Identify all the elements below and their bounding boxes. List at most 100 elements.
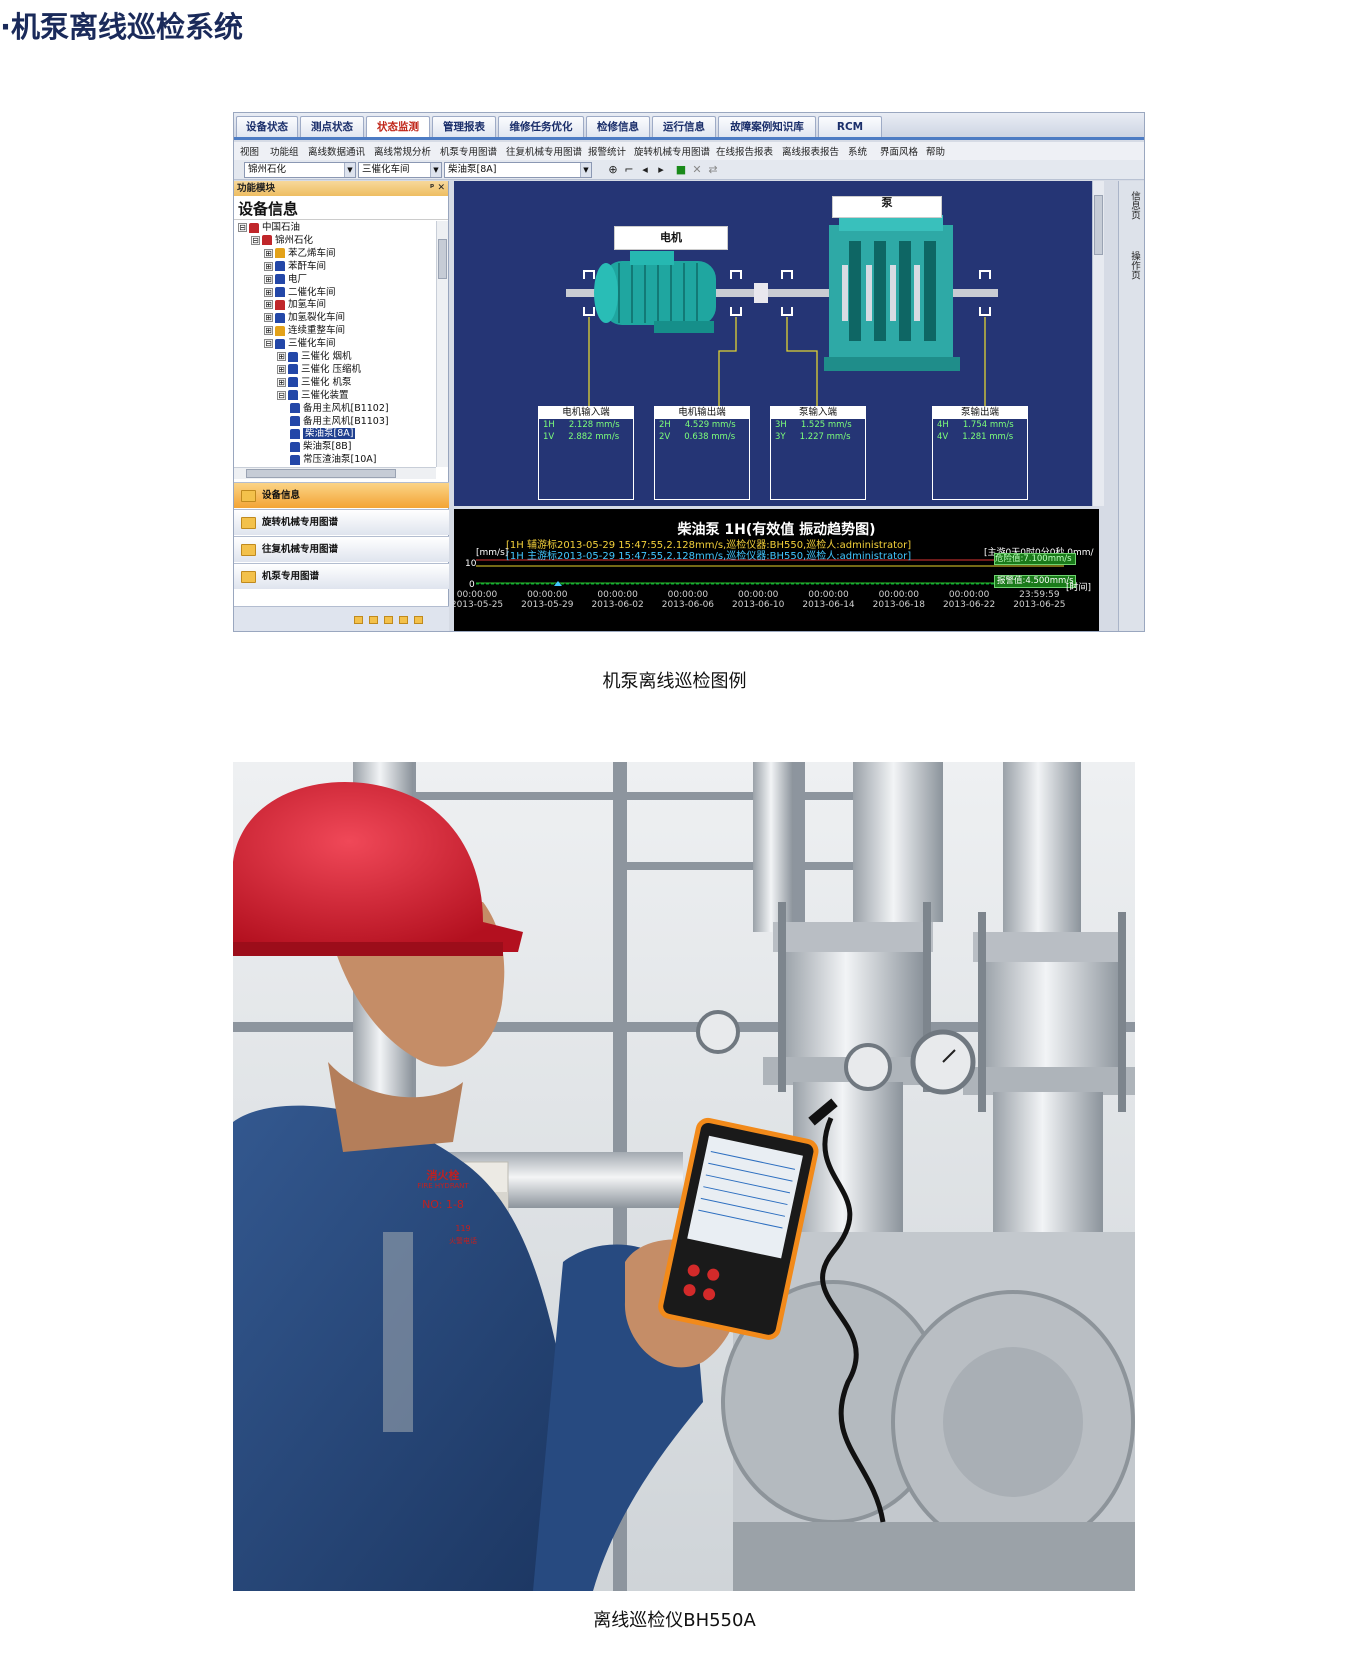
- tab-condition-monitoring[interactable]: 状态监测: [366, 116, 430, 138]
- tab-info-page[interactable]: 信息页: [1127, 191, 1141, 220]
- expand-icon[interactable]: ⊞: [264, 287, 273, 297]
- folder-icon[interactable]: [369, 616, 378, 624]
- tree-node[interactable]: ⊟ 三催化车间: [264, 337, 336, 350]
- motor-input-box[interactable]: 电机输入端 1H 2.128 mm/s 1V 2.882 mm/s: [538, 406, 634, 500]
- menu-rotating-charts[interactable]: 旋转机械专用图谱: [634, 144, 710, 158]
- tree-node[interactable]: ⊟ 中国石油: [238, 221, 300, 234]
- tree-node[interactable]: 备用主风机[B1102]: [290, 402, 389, 415]
- expand-icon[interactable]: ⊞: [264, 313, 273, 323]
- x-tick-label: 23:59:59 2013-06-25: [1013, 590, 1066, 610]
- close-icon[interactable]: ✕: [690, 163, 704, 177]
- locate-icon[interactable]: ⊕: [606, 163, 620, 177]
- folder-icon: [241, 571, 256, 583]
- menu-offline-comm[interactable]: 离线数据通讯: [308, 144, 365, 158]
- tree-node[interactable]: ⊞ 苯酐车间: [264, 260, 326, 273]
- tree-node[interactable]: ⊞ 二催化车间: [264, 286, 336, 299]
- scroll-thumb[interactable]: [1094, 195, 1103, 255]
- tab-operation-page[interactable]: 操作页: [1127, 251, 1141, 280]
- chevron-down-icon[interactable]: ▼: [580, 163, 591, 177]
- workshop-select[interactable]: 三催化车间 ▼: [358, 162, 442, 178]
- tab-fault-case-library[interactable]: 故障案例知识库: [718, 116, 816, 138]
- swap-icon[interactable]: ⇄: [706, 163, 720, 177]
- crop-icon[interactable]: ⌐: [622, 163, 636, 177]
- tab-device-status[interactable]: 设备状态: [236, 116, 298, 138]
- x-unit: [时间]: [1066, 583, 1092, 593]
- prev-icon[interactable]: ◂: [638, 163, 652, 177]
- x-tick-label: 00:00:00 2013-05-25: [454, 590, 504, 610]
- folder-icon[interactable]: [399, 616, 408, 624]
- menu-view[interactable]: 视图: [240, 144, 259, 158]
- chevron-down-icon[interactable]: ▼: [430, 163, 441, 177]
- tree-node[interactable]: ⊟ 锦州石化: [251, 234, 313, 247]
- collapse-icon[interactable]: ⊟: [277, 390, 286, 400]
- equipment-select[interactable]: 柴油泵[8A] ▼: [444, 162, 592, 178]
- diagram-scrollbar[interactable]: [1092, 181, 1104, 506]
- save-icon[interactable]: ■: [674, 163, 688, 177]
- tree-node[interactable]: ⊟ 三催化装置: [277, 389, 349, 402]
- nav-equipment-info[interactable]: 设备信息: [234, 482, 449, 508]
- tree-node[interactable]: ⊞ 三催化 机泵: [277, 376, 352, 389]
- tree-node[interactable]: 备用主风机[B1103]: [290, 415, 389, 428]
- company-select[interactable]: 锦州石化 ▼: [244, 162, 356, 178]
- tab-management-reports[interactable]: 管理报表: [432, 116, 496, 138]
- folder-icon[interactable]: [354, 616, 363, 624]
- tab-underline: [234, 137, 1144, 140]
- tree-vertical-scrollbar[interactable]: [436, 221, 448, 467]
- motor-output-box[interactable]: 电机输出端 2H 4.529 mm/s 2V 0.638 mm/s: [654, 406, 750, 500]
- tab-overhaul-info[interactable]: 检修信息: [586, 116, 650, 138]
- expand-icon[interactable]: ⊞: [264, 248, 273, 258]
- tree-node[interactable]: 柴油泵[8B]: [290, 440, 351, 453]
- tree-node[interactable]: ⊞ 三催化 烟机: [277, 350, 352, 363]
- tree-node[interactable]: ⊞ 加氢车间: [264, 298, 326, 311]
- collapse-icon[interactable]: ⊟: [251, 235, 260, 245]
- menu-help[interactable]: 帮助: [926, 144, 945, 158]
- expand-icon[interactable]: ⊞: [264, 274, 273, 284]
- tree-node[interactable]: ⊞ 电厂: [264, 273, 307, 286]
- menu-online-reports[interactable]: 在线报告报表: [716, 144, 773, 158]
- expand-icon[interactable]: ⊞: [277, 364, 286, 374]
- menu-offline-analysis[interactable]: 离线常规分析: [374, 144, 431, 158]
- tree-node[interactable]: 常压渣油泵[10A]: [290, 453, 377, 466]
- tree-horizontal-scrollbar[interactable]: [234, 467, 436, 479]
- nav-rotating-charts[interactable]: 旋转机械专用图谱: [234, 509, 449, 535]
- tab-operation-info[interactable]: 运行信息: [652, 116, 716, 138]
- tree-node-label: 加氢裂化车间: [288, 312, 346, 324]
- panel-header-controls[interactable]: ᵖ ✕: [430, 181, 445, 196]
- menu-system[interactable]: 系统: [848, 144, 867, 158]
- pump-output-box[interactable]: 泵输出端 4H 1.754 mm/s 4V 1.281 mm/s: [932, 406, 1028, 500]
- pump-input-box[interactable]: 泵输入端 3H 1.525 mm/s 3Y 1.227 mm/s: [770, 406, 866, 500]
- expand-icon[interactable]: ⊞: [277, 352, 286, 361]
- scroll-thumb[interactable]: [246, 469, 396, 478]
- tab-maintenance-optimization[interactable]: 维修任务优化: [498, 116, 584, 138]
- reading-row: 3Y 1.227 mm/s: [775, 432, 851, 442]
- expand-icon[interactable]: ⊞: [264, 326, 273, 336]
- collapse-icon[interactable]: ⊟: [238, 223, 247, 232]
- tree-node[interactable]: ⊞ 加氢裂化车间: [264, 311, 345, 324]
- folder-icon[interactable]: [384, 616, 393, 624]
- expand-icon[interactable]: ⊞: [264, 300, 273, 310]
- menu-alarm-stats[interactable]: 报警统计: [588, 144, 626, 158]
- menu-function-group[interactable]: 功能组: [270, 144, 299, 158]
- x-tick-label: 00:00:00 2013-06-10: [732, 590, 785, 610]
- folder-icon[interactable]: [414, 616, 423, 624]
- tab-rcm[interactable]: RCM: [818, 116, 882, 138]
- menu-reciprocating-charts[interactable]: 往复机械专用图谱: [506, 144, 582, 158]
- tree-node[interactable]: ⊞ 苯乙烯车间: [264, 247, 336, 260]
- tab-point-status[interactable]: 测点状态: [300, 116, 364, 138]
- hydrant-sign-number: NO: 1-8: [422, 1198, 464, 1211]
- tree-node[interactable]: 柴油泵[8A]: [290, 427, 356, 440]
- nav-reciprocating-charts[interactable]: 往复机械专用图谱: [234, 536, 449, 562]
- chevron-down-icon[interactable]: ▼: [344, 163, 355, 177]
- menu-ui-style[interactable]: 界面风格: [880, 144, 918, 158]
- tree-node[interactable]: ⊞ 三催化 压缩机: [277, 363, 361, 376]
- menu-pump-charts[interactable]: 机泵专用图谱: [440, 144, 497, 158]
- nav-pump-charts[interactable]: 机泵专用图谱: [234, 563, 449, 589]
- next-icon[interactable]: ▸: [654, 163, 668, 177]
- scroll-thumb[interactable]: [438, 239, 447, 279]
- collapse-icon[interactable]: ⊟: [264, 339, 273, 349]
- expand-icon[interactable]: ⊞: [264, 261, 273, 271]
- menu-offline-reports[interactable]: 离线报表报告: [782, 144, 839, 158]
- expand-icon[interactable]: ⊞: [277, 377, 286, 387]
- panel-header-title: 功能模块: [237, 183, 276, 194]
- tree-node[interactable]: ⊞ 连续重整车间: [264, 324, 345, 337]
